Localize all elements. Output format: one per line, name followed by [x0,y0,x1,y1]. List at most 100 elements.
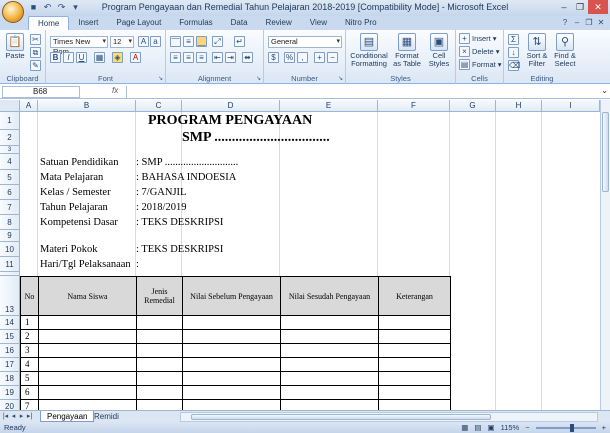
align-left-icon[interactable]: ≡ [170,52,181,63]
close-button[interactable]: ✕ [588,0,608,14]
column-header-e[interactable]: E [280,100,378,112]
percent-icon[interactable]: % [284,52,295,63]
row-header-1[interactable]: 1 [0,112,20,130]
table-cell[interactable] [182,315,281,330]
minimize-button[interactable]: – [556,0,572,14]
row-header-20[interactable]: 20 [0,400,20,410]
last-sheet-icon[interactable]: ▸| [26,412,33,420]
tab-nitro-pro[interactable]: Nitro Pro [336,16,386,30]
row-header-4[interactable]: 4 [0,154,20,170]
horizontal-scroll-thumb[interactable] [191,414,491,420]
table-cell[interactable] [182,385,281,400]
table-cell[interactable] [378,399,451,410]
orientation-icon[interactable]: ⤢ [212,36,223,47]
table-cell[interactable] [136,329,183,344]
restore-icon[interactable]: ❐ [584,18,594,28]
number-format-select[interactable]: General [268,36,342,48]
tab-data[interactable]: Data [222,16,257,30]
autosum-icon[interactable]: Σ [508,34,519,45]
zoom-out-icon[interactable]: − [525,422,529,433]
row-header-19[interactable]: 19 [0,386,20,400]
merge-center-icon[interactable]: ⬌ [242,52,253,63]
row-header-11[interactable]: 11 [0,257,20,272]
minimize-icon[interactable]: – [572,18,582,28]
align-center-icon[interactable]: ≡ [183,52,194,63]
column-header-c[interactable]: C [136,100,182,112]
row-header-3[interactable]: 3 [0,146,20,154]
zoom-in-icon[interactable]: + [602,422,606,433]
format-as-table-button[interactable]: ▦ Format as Table [392,33,422,68]
row-number-cell[interactable]: 7 [20,399,39,410]
row-header-13[interactable]: 13 [0,276,20,316]
row-number-cell[interactable]: 2 [20,329,39,344]
shrink-font-icon[interactable]: a [150,36,161,47]
zoom-slider[interactable] [535,423,596,432]
tab-view[interactable]: View [301,16,336,30]
tab-review[interactable]: Review [257,16,301,30]
next-sheet-icon[interactable]: ▸ [18,412,25,420]
tab-insert[interactable]: Insert [69,16,107,30]
find-select-button[interactable]: ⚲ Find & Select [552,33,578,68]
fill-color-icon[interactable]: ◈ [112,52,123,63]
page-break-view-icon[interactable]: ▣ [487,422,494,433]
table-cell[interactable] [280,343,379,358]
borders-icon[interactable]: ▦ [94,52,105,63]
vertical-scroll-thumb[interactable] [602,112,609,192]
row-header-6[interactable]: 6 [0,185,20,200]
decrease-decimal-icon[interactable]: − [327,52,338,63]
table-cell[interactable] [136,399,183,410]
row-header-7[interactable]: 7 [0,200,20,215]
column-header-g[interactable]: G [450,100,496,112]
insert-button[interactable]: + Insert ▾ [459,33,497,44]
table-cell[interactable] [280,385,379,400]
conditional-formatting-button[interactable]: ▤ Conditional Formatting [350,33,388,68]
function-icon[interactable]: fx [112,86,118,95]
table-cell[interactable] [38,357,137,372]
save-icon[interactable]: ■ [28,2,39,13]
column-header-a[interactable]: A [20,100,38,112]
format-button[interactable]: ▤ Format ▾ [459,59,502,70]
row-number-cell[interactable]: 4 [20,357,39,372]
expand-icon[interactable]: ↘ [256,75,261,82]
expand-icon[interactable]: ↘ [338,75,343,82]
close-icon[interactable]: ✕ [596,18,606,28]
grow-font-icon[interactable]: A [138,36,149,47]
bold-icon[interactable]: B [50,52,61,63]
row-header-18[interactable]: 18 [0,372,20,386]
column-header-h[interactable]: H [496,100,542,112]
sheet-tab-pengayaan[interactable]: Pengayaan [40,411,95,422]
fill-icon[interactable]: ↓ [508,47,519,58]
vertical-scrollbar[interactable] [600,100,610,410]
font-color-icon[interactable]: A [130,52,141,63]
table-cell[interactable] [280,329,379,344]
tab-home[interactable]: Home [28,16,70,30]
column-header-b[interactable]: B [38,100,136,112]
table-cell[interactable] [136,343,183,358]
expand-icon[interactable]: ↘ [158,75,163,82]
row-header-9[interactable]: 9 [0,230,20,242]
row-header-16[interactable]: 16 [0,344,20,358]
name-box[interactable]: B68 [2,86,80,98]
page-layout-view-icon[interactable]: ▤ [474,422,481,433]
table-cell[interactable] [182,357,281,372]
table-cell[interactable] [136,357,183,372]
row-header-15[interactable]: 15 [0,330,20,344]
table-cell[interactable] [38,329,137,344]
currency-icon[interactable]: $ [268,52,279,63]
row-header-10[interactable]: 10 [0,242,20,257]
restore-button[interactable]: ❐ [572,0,588,14]
column-header-d[interactable]: D [182,100,280,112]
decrease-indent-icon[interactable]: ⇤ [212,52,223,63]
font-name-select[interactable]: Times New Rom [50,36,108,56]
table-cell[interactable] [280,371,379,386]
table-cell[interactable] [280,357,379,372]
row-header-14[interactable]: 14 [0,316,20,330]
undo-icon[interactable]: ↶ [42,2,53,13]
horizontal-scrollbar[interactable] [180,412,598,422]
underline-icon[interactable]: U [76,52,87,63]
comma-icon[interactable]: , [297,52,308,63]
prev-sheet-icon[interactable]: ◂ [10,412,17,420]
formula-input[interactable] [126,86,596,98]
format-painter-icon[interactable]: ✎ [30,60,41,71]
table-cell[interactable] [378,371,451,386]
